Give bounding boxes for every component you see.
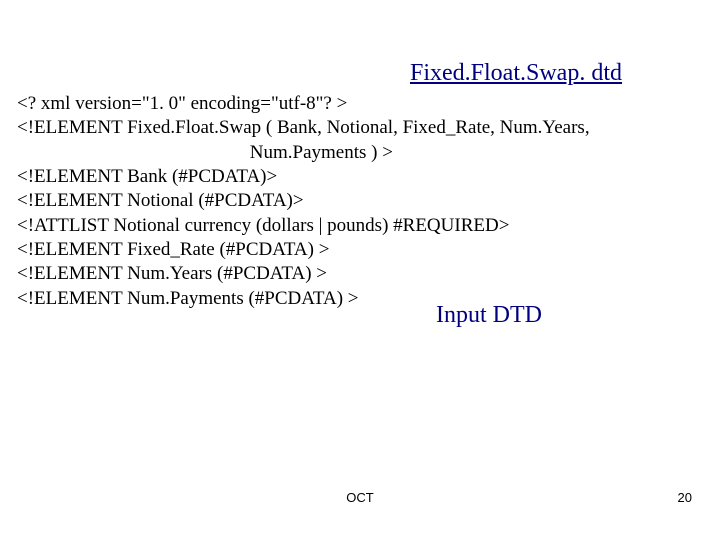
page-number: 20 [678,490,692,505]
footer-center-label: OCT [0,490,720,505]
dtd-code-block: <? xml version="1. 0" encoding="utf-8"? … [17,92,590,311]
slide: Fixed.Float.Swap. dtd <? xml version="1.… [0,0,720,540]
slide-subtitle: Input DTD [436,302,542,329]
slide-title: Fixed.Float.Swap. dtd [410,60,622,87]
